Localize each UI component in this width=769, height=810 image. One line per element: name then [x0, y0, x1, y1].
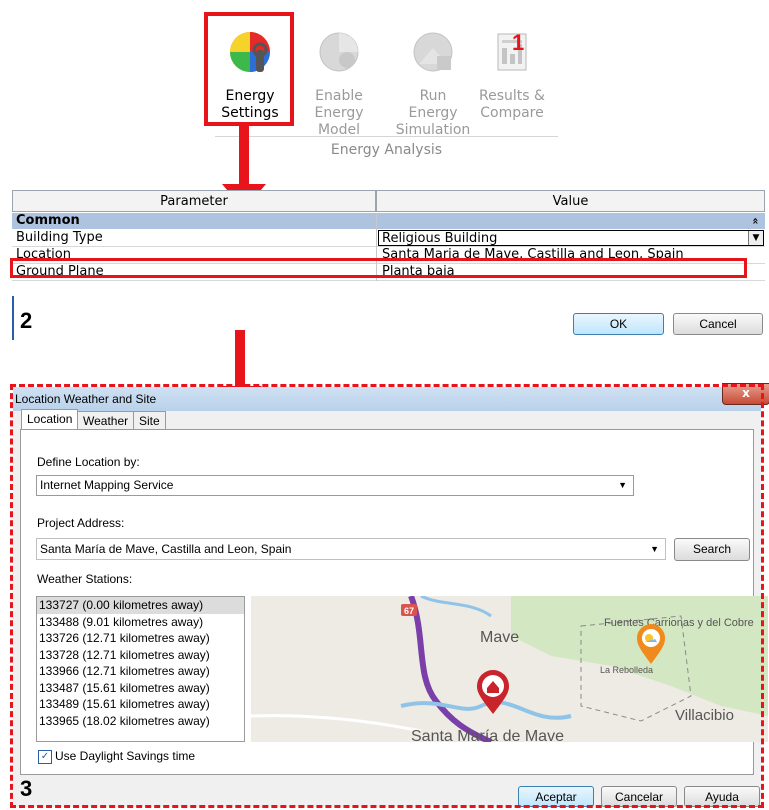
energy-settings-highlight — [204, 12, 294, 126]
dialog-highlight-frame — [10, 384, 764, 808]
ribbon-panel-label: Energy Analysis — [330, 142, 443, 158]
building-type-dropdown[interactable]: Religious Building ▼ — [378, 230, 764, 246]
arrow-3-shaft — [235, 370, 245, 376]
value-column-header: Value — [376, 190, 765, 212]
enable-energy-model-label-2: Energy Model — [314, 105, 364, 138]
results-compare-label-2: Compare — [480, 105, 544, 121]
cancel-button[interactable]: Cancel — [673, 313, 763, 335]
collapse-icon[interactable]: » — [747, 217, 763, 224]
step-number-3: 3 — [20, 776, 33, 801]
enable-energy-model-label-1: Enable — [315, 88, 363, 104]
ribbon-panel-divider — [215, 136, 558, 137]
step-number-2: 2 — [20, 308, 33, 333]
parameter-column-header: Parameter — [12, 190, 376, 212]
table-row: Building Type Religious Building ▼ — [12, 230, 765, 247]
run-energy-simulation-label-1: Run Energy — [408, 88, 458, 121]
run-energy-simulation-button[interactable]: Run Energy Simulation — [393, 30, 473, 139]
location-row-highlight — [10, 258, 747, 278]
chevron-down-icon[interactable]: ▼ — [748, 231, 763, 245]
panel-accent-bar — [12, 296, 14, 340]
building-type-value: Religious Building — [382, 231, 498, 246]
common-group-header[interactable]: Common » — [12, 213, 765, 229]
enable-energy-model-icon — [317, 30, 361, 74]
ok-button[interactable]: OK — [573, 313, 664, 335]
common-group-label: Common — [16, 213, 80, 228]
enable-energy-model-button[interactable]: Enable Energy Model — [299, 30, 379, 139]
arrow-2-shaft — [235, 330, 245, 388]
results-compare-label-1: Results & — [479, 88, 545, 104]
building-type-name: Building Type — [16, 230, 103, 245]
run-energy-simulation-icon — [411, 30, 455, 74]
step-number-1: 1 — [512, 30, 525, 55]
arrow-1-shaft — [239, 126, 249, 186]
